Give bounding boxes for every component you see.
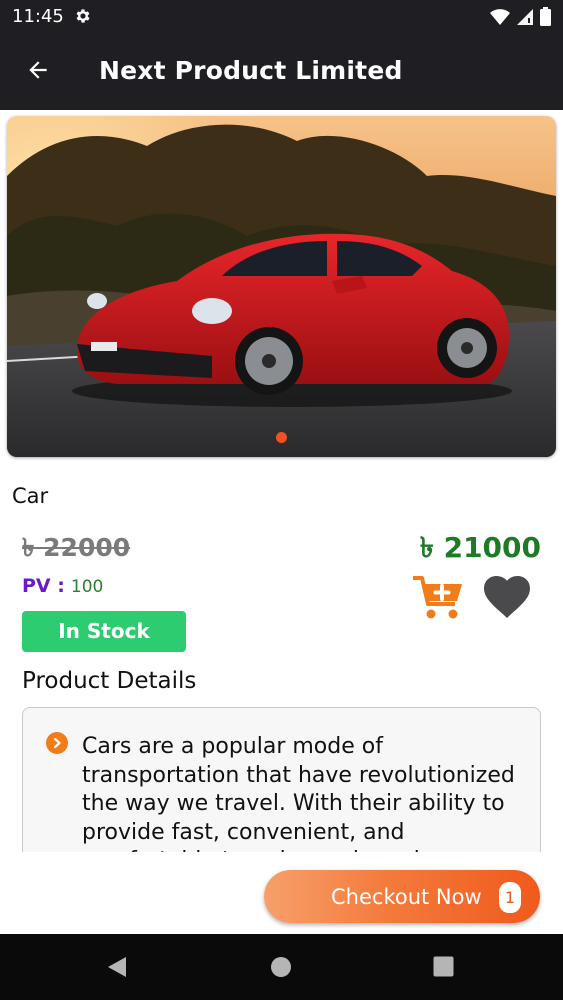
app-bar: Next Product Limited	[0, 34, 563, 110]
product-image	[7, 116, 556, 457]
heart-icon	[484, 576, 530, 618]
details-heading: Product Details	[22, 668, 197, 694]
add-to-cart-icon	[413, 576, 462, 619]
checkout-label: Checkout Now	[331, 885, 482, 909]
status-time: 11:45	[12, 6, 64, 27]
pv-label: PV :	[22, 575, 65, 597]
product-name: Car	[12, 484, 49, 508]
add-to-cart-button[interactable]	[411, 572, 465, 622]
product-image-carousel[interactable]	[7, 116, 556, 457]
new-price: ৳ 21000	[419, 531, 541, 564]
recents-square-icon[interactable]	[433, 956, 454, 982]
old-price: ৳ 22000	[22, 533, 131, 562]
arrow-left-icon	[25, 57, 51, 88]
back-triangle-icon[interactable]	[106, 956, 128, 983]
checkout-button[interactable]: Checkout Now 1	[264, 870, 540, 923]
battery-icon	[540, 7, 551, 31]
page-title: Next Product Limited	[99, 56, 403, 85]
chevron-right-icon	[46, 732, 68, 754]
gear-icon	[74, 7, 92, 30]
home-circle-icon[interactable]	[270, 956, 292, 983]
pv-row: PV : 100	[22, 575, 103, 597]
pv-value: 100	[70, 577, 104, 597]
details-box: Cars are a popular mode of transportatio…	[22, 707, 541, 867]
status-bar: 11:45	[0, 0, 563, 34]
cart-count-badge: 1	[499, 882, 521, 913]
signal-icon	[516, 8, 534, 31]
back-button[interactable]	[22, 56, 54, 88]
stock-status-badge: In Stock	[22, 611, 186, 652]
wifi-icon	[490, 8, 510, 31]
system-nav-bar	[0, 934, 563, 1000]
details-text: Cars are a popular mode of transportatio…	[82, 734, 515, 866]
favorite-button[interactable]	[483, 574, 531, 620]
carousel-indicator[interactable]	[276, 432, 287, 443]
